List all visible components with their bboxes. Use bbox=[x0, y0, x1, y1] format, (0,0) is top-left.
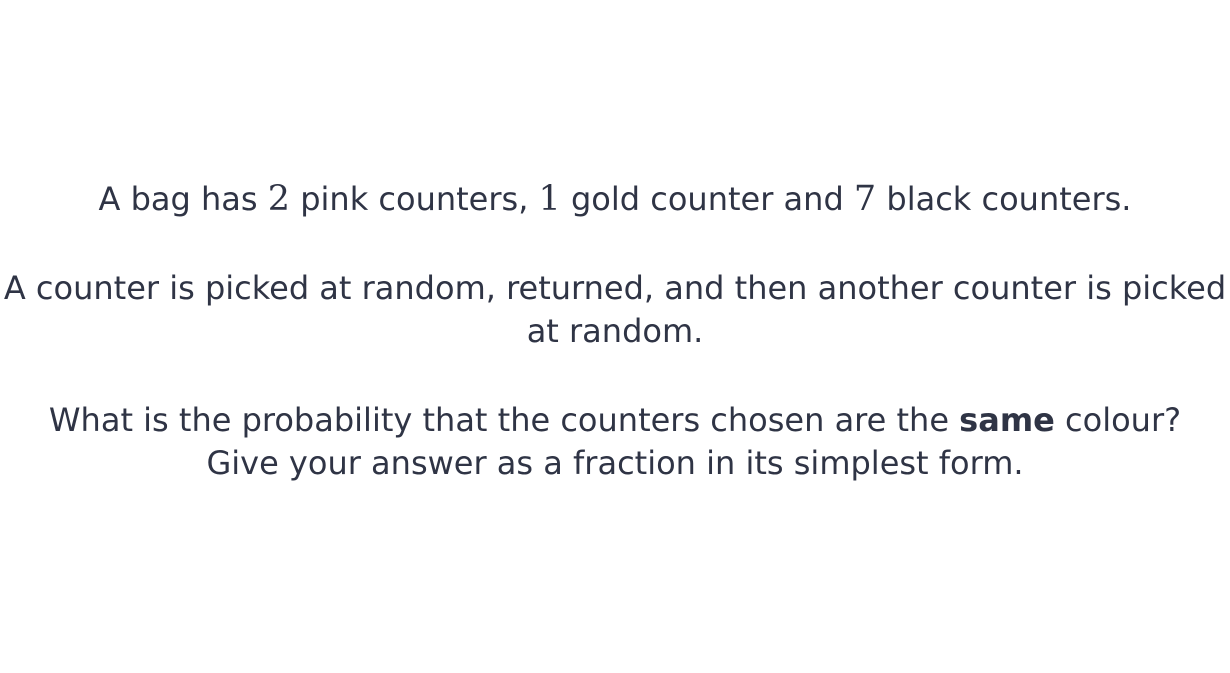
question-text-segment: What is the probability that the counter… bbox=[48, 401, 960, 439]
pink-count: 2 bbox=[267, 179, 291, 219]
black-count: 7 bbox=[853, 179, 877, 219]
question-text-segment: gold counter and bbox=[560, 180, 854, 218]
question-text-segment: A bag has bbox=[98, 180, 268, 218]
question-text-segment: black counters. bbox=[876, 180, 1132, 218]
question-text-segment: pink counters, bbox=[290, 180, 539, 218]
question-text-segment: colour? bbox=[1054, 401, 1182, 439]
question-paragraph-2: A counter is picked at random, returned,… bbox=[0, 267, 1230, 353]
answer-instruction: Give your answer as a fraction in its si… bbox=[206, 444, 1024, 482]
question-paragraph-1: A bag has 2 pink counters, 1 gold counte… bbox=[0, 178, 1230, 221]
question-text-segment: A counter is picked at random, returned,… bbox=[3, 269, 1227, 350]
question-paragraph-3: What is the probability that the counter… bbox=[0, 399, 1230, 485]
gold-count: 1 bbox=[538, 179, 561, 219]
question-text: A bag has 2 pink counters, 1 gold counte… bbox=[0, 178, 1230, 485]
emphasis-same: same bbox=[959, 401, 1055, 439]
